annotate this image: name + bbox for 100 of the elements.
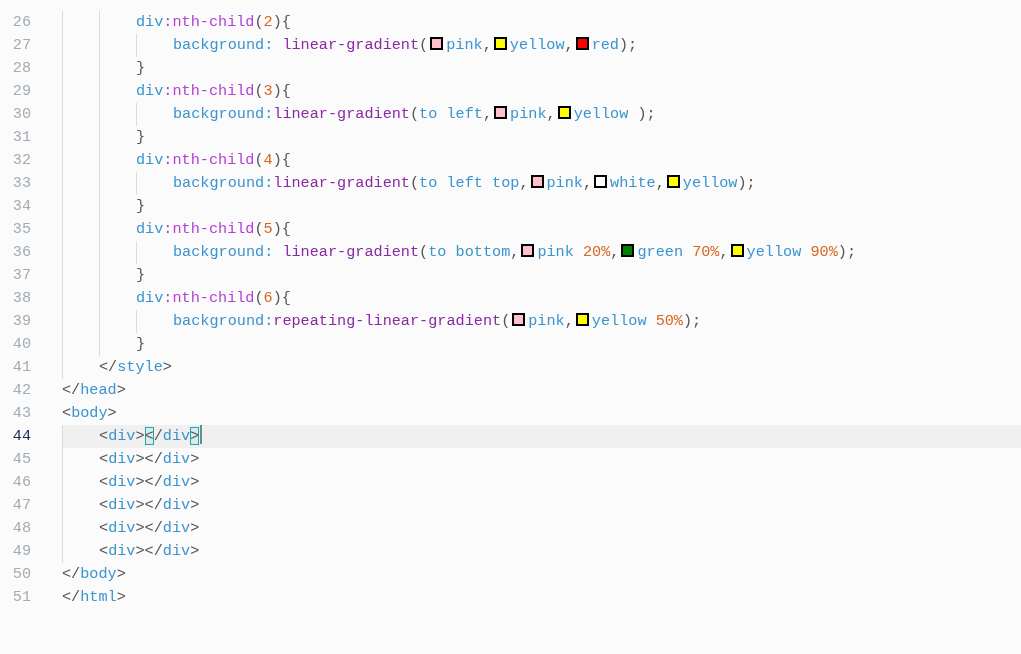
punctuation: </ (62, 381, 81, 399)
keyword-value: pink (537, 243, 574, 261)
tag-name: div (136, 220, 164, 238)
number-value: 2 (263, 13, 273, 31)
punctuation: > (116, 381, 126, 399)
keyword-value: pink (446, 36, 483, 54)
punctuation: ){ (272, 220, 291, 238)
punctuation: </ (99, 358, 118, 376)
line-number: 38 (11, 288, 32, 309)
function-name: linear-gradient (282, 36, 420, 54)
punctuation: } (136, 335, 146, 353)
keyword-value: yellow (573, 105, 629, 123)
line-number: 42 (11, 380, 32, 401)
function-name: linear-gradient (273, 174, 410, 192)
keyword-value: to bottom (428, 243, 511, 261)
punctuation: ); (837, 243, 856, 261)
function-name: repeating-linear-gradient (273, 312, 502, 330)
property-name: background: (173, 105, 274, 123)
line-number: 43 (11, 403, 32, 424)
tag-name: div (136, 82, 164, 100)
keyword-value: to left top (419, 174, 520, 192)
tag-name: html (80, 588, 117, 606)
tag-name: div (136, 289, 164, 307)
punctuation: , (482, 105, 493, 123)
tag-name: div (108, 496, 136, 514)
punctuation: ( (254, 82, 264, 100)
number-value: 5 (263, 220, 273, 238)
punctuation: , (564, 312, 574, 330)
number-value: 4 (263, 151, 273, 169)
line-number: 32 (11, 150, 32, 171)
punctuation: ){ (272, 151, 291, 169)
line-number: 51 (11, 587, 32, 608)
punctuation: , (510, 243, 520, 261)
punctuation: > (190, 496, 200, 514)
pseudo-class: :nth-child (163, 289, 255, 307)
punctuation: ></ (135, 473, 163, 491)
punctuation: < (99, 427, 109, 445)
tag-name: div (162, 519, 191, 537)
punctuation: ( (419, 243, 429, 261)
tag-name: div (162, 450, 191, 468)
punctuation: < (99, 450, 109, 468)
line-number: 45 (11, 449, 32, 470)
punctuation: ( (501, 312, 511, 330)
keyword-value: yellow (682, 174, 738, 192)
punctuation: ></ (135, 496, 163, 514)
number-value: 6 (263, 289, 273, 307)
punctuation: < (99, 473, 109, 491)
punctuation: } (136, 59, 146, 77)
punctuation: ></ (135, 450, 163, 468)
tag-name: div (108, 473, 136, 491)
punctuation: ); (618, 36, 638, 54)
tag-name: div (162, 473, 191, 491)
line-number: 44 (11, 426, 32, 447)
keyword-value: green (637, 243, 683, 261)
line-number: 46 (11, 472, 32, 493)
punctuation: < (99, 519, 109, 537)
keyword-value: pink (528, 312, 565, 330)
punctuation: , (610, 243, 620, 261)
punctuation: > (162, 358, 172, 376)
punctuation: ( (254, 289, 264, 307)
punctuation: < (62, 404, 72, 422)
punctuation: } (136, 128, 146, 146)
tag-name: head (80, 381, 117, 399)
punctuation: , (482, 36, 492, 54)
tag-name: body (71, 404, 108, 422)
punctuation: ){ (272, 13, 291, 31)
tag-name: div (136, 13, 164, 31)
punctuation: , (719, 243, 729, 261)
tag-name: div (162, 542, 191, 560)
tag-name: div (108, 427, 136, 445)
punctuation: ); (737, 174, 756, 192)
text-cursor (200, 425, 203, 444)
keyword-value: pink (510, 105, 547, 123)
line-number: 49 (11, 541, 32, 562)
function-name: linear-gradient (273, 105, 410, 123)
punctuation: </ (62, 565, 81, 583)
tag-name: style (117, 358, 163, 376)
line-number: 35 (11, 219, 32, 240)
tag-name: div (136, 151, 164, 169)
line-number: 50 (11, 564, 32, 585)
line-number: 29 (11, 81, 32, 102)
punctuation: > (190, 450, 200, 468)
punctuation: </ (62, 588, 81, 606)
function-name: linear-gradient (282, 243, 420, 261)
punctuation: ); (683, 312, 702, 330)
number-value: 70% (691, 243, 720, 261)
property-name: background: (173, 174, 274, 192)
property-name: background: (173, 36, 275, 54)
punctuation: ( (254, 220, 264, 238)
line-number: 28 (11, 58, 32, 79)
line-number: 47 (11, 495, 32, 516)
property-name: background: (173, 243, 275, 261)
number-value: 3 (263, 82, 273, 100)
keyword-value: red (591, 36, 619, 54)
punctuation: ></ (135, 542, 163, 560)
tag-name: div (108, 519, 136, 537)
punctuation: ( (254, 13, 264, 31)
punctuation: > (190, 542, 200, 560)
punctuation: , (564, 36, 574, 54)
punctuation: > (116, 565, 126, 583)
